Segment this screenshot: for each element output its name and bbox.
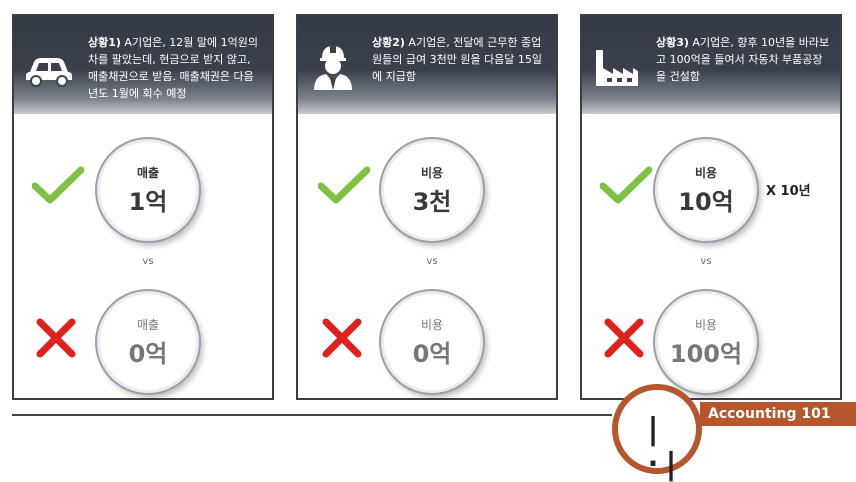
vs-label: vs bbox=[700, 256, 712, 267]
check-icon bbox=[600, 166, 652, 204]
car-icon bbox=[26, 58, 72, 87]
logo-glyph-icon: |·| bbox=[644, 412, 681, 482]
expense-circle-cash: 비용 0억 bbox=[384, 294, 480, 390]
vs-label: vs bbox=[426, 256, 438, 267]
expense-circle-accrual: 비용 3천 bbox=[384, 142, 480, 238]
worker-icon bbox=[314, 45, 352, 90]
check-icon bbox=[318, 166, 370, 204]
brand-label: Accounting 101 bbox=[700, 402, 856, 426]
revenue-circle-cash: 매출 0억 bbox=[100, 294, 196, 390]
situation-panel-2: 상황2) A기업은, 전달에 근무한 종업원들의 급여 3천만 원을 다음달 1… bbox=[296, 14, 558, 400]
cross-icon bbox=[322, 318, 362, 358]
expense-circle-cash: 비용 100억 bbox=[658, 294, 754, 390]
situation-text: 상황2) A기업은, 전달에 근무한 종업원들의 급여 3천만 원을 다음달 1… bbox=[372, 36, 543, 83]
years-multiplier-note: X 10년 bbox=[766, 184, 811, 199]
panel-header: 상황1) A기업은, 12월 말에 1억원의 차를 팔았는데, 현금으로 받지 … bbox=[14, 16, 272, 114]
factory-icon bbox=[596, 50, 638, 86]
situation-panel-1: 상황1) A기업은, 12월 말에 1억원의 차를 팔았는데, 현금으로 받지 … bbox=[12, 14, 274, 400]
footer-divider bbox=[12, 414, 612, 416]
situation-text: 상황3) A기업은, 향후 10년을 바라보고 100억을 들여서 자동차 부품… bbox=[656, 36, 830, 83]
check-icon bbox=[32, 166, 84, 204]
expense-circle-depreciation: 비용 10억 bbox=[658, 142, 754, 238]
cross-icon bbox=[36, 318, 76, 358]
panel-header: 상황2) A기업은, 전달에 근무한 종업원들의 급여 3천만 원을 다음달 1… bbox=[298, 16, 556, 114]
vs-label: vs bbox=[142, 256, 154, 267]
situation-text: 상황1) A기업은, 12월 말에 1억원의 차를 팔았는데, 현금으로 받지 … bbox=[88, 36, 259, 100]
panel-header: 상황3) A기업은, 향후 10년을 바라보고 100억을 들여서 자동차 부품… bbox=[582, 16, 840, 114]
logo: |·| bbox=[612, 384, 702, 482]
revenue-circle-accrual: 매출 1억 bbox=[100, 142, 196, 238]
situation-panel-3: 상황3) A기업은, 향후 10년을 바라보고 100억을 들여서 자동차 부품… bbox=[580, 14, 842, 400]
cross-icon bbox=[604, 318, 644, 358]
